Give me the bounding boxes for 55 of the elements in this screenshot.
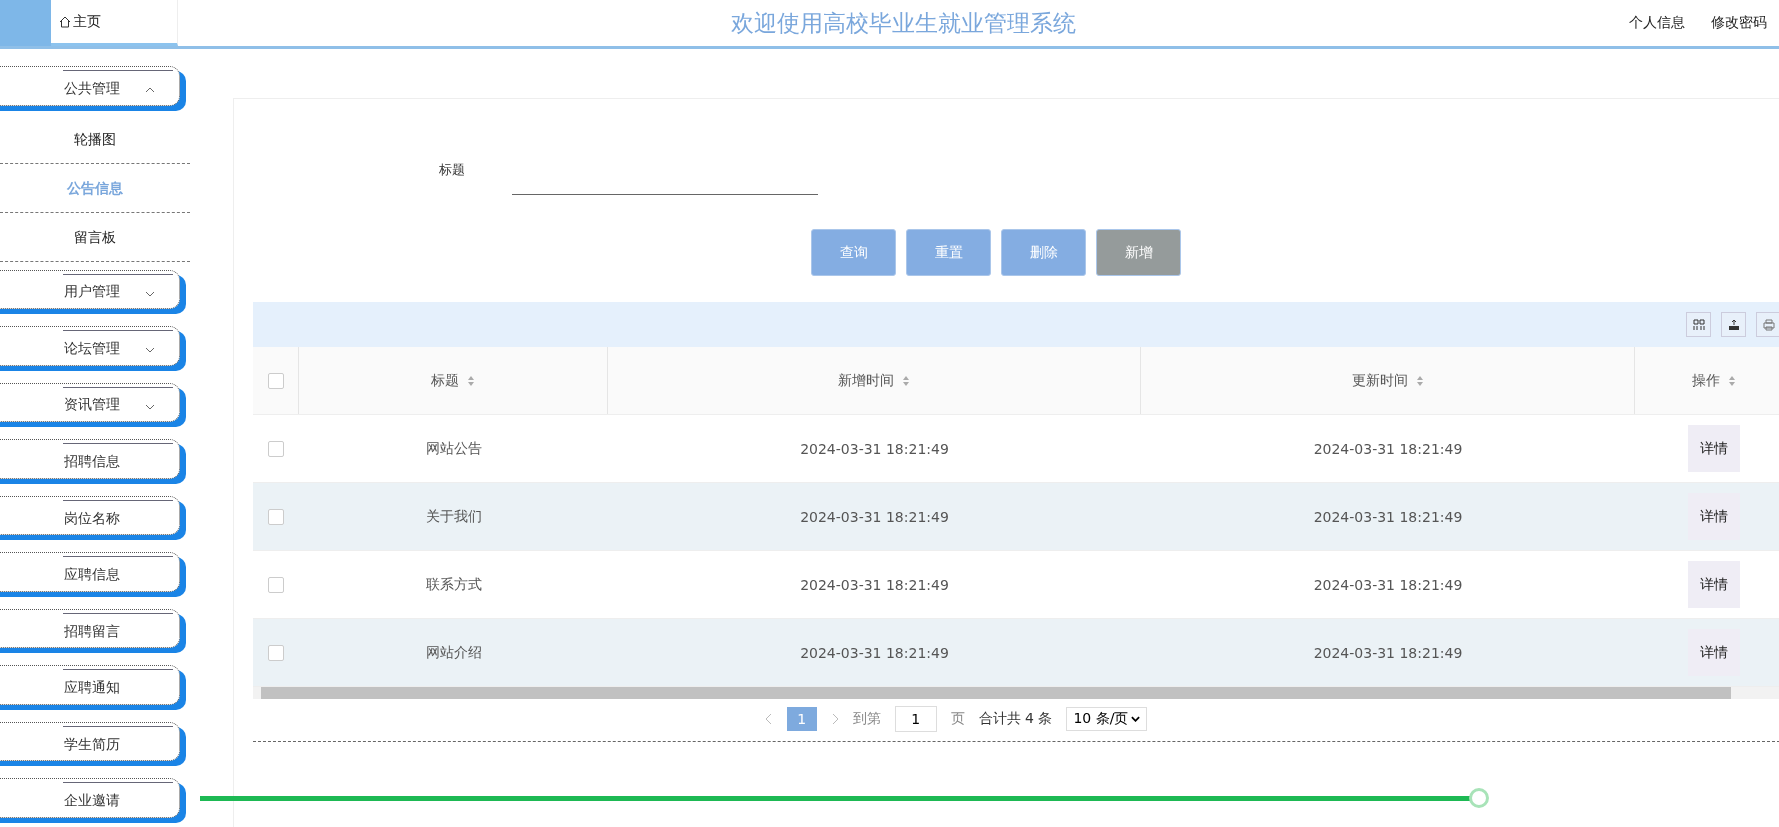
table-cell: 网站介绍 [425, 643, 482, 662]
next-page-icon[interactable] [830, 713, 839, 725]
table-cell: 关于我们 [425, 507, 482, 526]
caret-icon [1131, 716, 1141, 722]
table-cell: 2024-03-31 18:21:49 [800, 440, 949, 457]
submenu-item[interactable]: 留言板 [0, 212, 190, 262]
table-cell: 2024-03-31 18:21:49 [800, 576, 949, 593]
select-all-checkbox[interactable] [267, 372, 284, 389]
submenu-item[interactable]: 轮播图 [0, 114, 190, 164]
chevron-icon [145, 347, 155, 354]
header-link[interactable]: 修改密码 [1711, 14, 1767, 32]
sort-icon[interactable] [1415, 374, 1424, 387]
system-title: 欢迎使用高校毕业生就业管理系统 [730, 8, 1077, 38]
table-cell: 2024-03-31 18:21:49 [1313, 508, 1463, 525]
row-checkbox[interactable] [268, 576, 284, 593]
progress-knob[interactable] [1469, 788, 1489, 808]
field-label: 标题 [439, 161, 466, 179]
header-accent [0, 0, 51, 46]
sort-icon[interactable] [1727, 374, 1736, 387]
detail-button[interactable]: 详情 [1688, 561, 1740, 608]
table-cell: 联系方式 [425, 575, 482, 594]
page-size-select[interactable]: 10 条/页 [1066, 707, 1148, 731]
chevron-icon [145, 403, 155, 410]
print-icon[interactable] [1756, 312, 1779, 337]
sort-icon[interactable] [467, 374, 475, 387]
table-cell: 网站公告 [425, 439, 482, 458]
chevron-icon [145, 290, 155, 297]
table-cell: 2024-03-31 18:21:49 [1313, 440, 1463, 457]
home-icon [59, 15, 71, 28]
row-checkbox[interactable] [268, 440, 284, 457]
column-header[interactable]: 更新时间 [1351, 371, 1408, 390]
column-header[interactable]: 新增时间 [838, 371, 894, 390]
total-count: 合计共 4 条 [978, 710, 1053, 728]
table-cell: 2024-03-31 18:21:49 [800, 644, 949, 661]
prev-page-icon[interactable] [764, 713, 773, 725]
page-input[interactable]: 1 [894, 706, 937, 732]
table-cell: 2024-03-31 18:21:49 [1313, 644, 1463, 661]
table-cell: 2024-03-31 18:21:49 [1313, 576, 1463, 593]
column-header[interactable]: 标题 [431, 371, 459, 390]
sort-icon[interactable] [902, 374, 910, 387]
detail-button[interactable]: 详情 [1688, 493, 1740, 540]
page-unit: 页 [950, 710, 965, 728]
detail-button[interactable]: 详情 [1688, 629, 1740, 676]
row-checkbox[interactable] [268, 508, 284, 525]
goto-label: 到第 [852, 710, 881, 728]
home-tab[interactable]: 主页 [51, 0, 178, 46]
detail-button[interactable]: 详情 [1688, 425, 1740, 472]
chevron-icon [145, 87, 155, 93]
table-cell: 2024-03-31 18:21:49 [800, 508, 949, 525]
header-link[interactable]: 个人信息 [1629, 14, 1685, 32]
column-header[interactable]: 操作 [1691, 371, 1720, 390]
columns-icon[interactable] [1686, 312, 1711, 337]
row-checkbox[interactable] [268, 644, 284, 661]
export-icon[interactable] [1721, 312, 1746, 337]
scrollbar[interactable] [253, 687, 1779, 699]
